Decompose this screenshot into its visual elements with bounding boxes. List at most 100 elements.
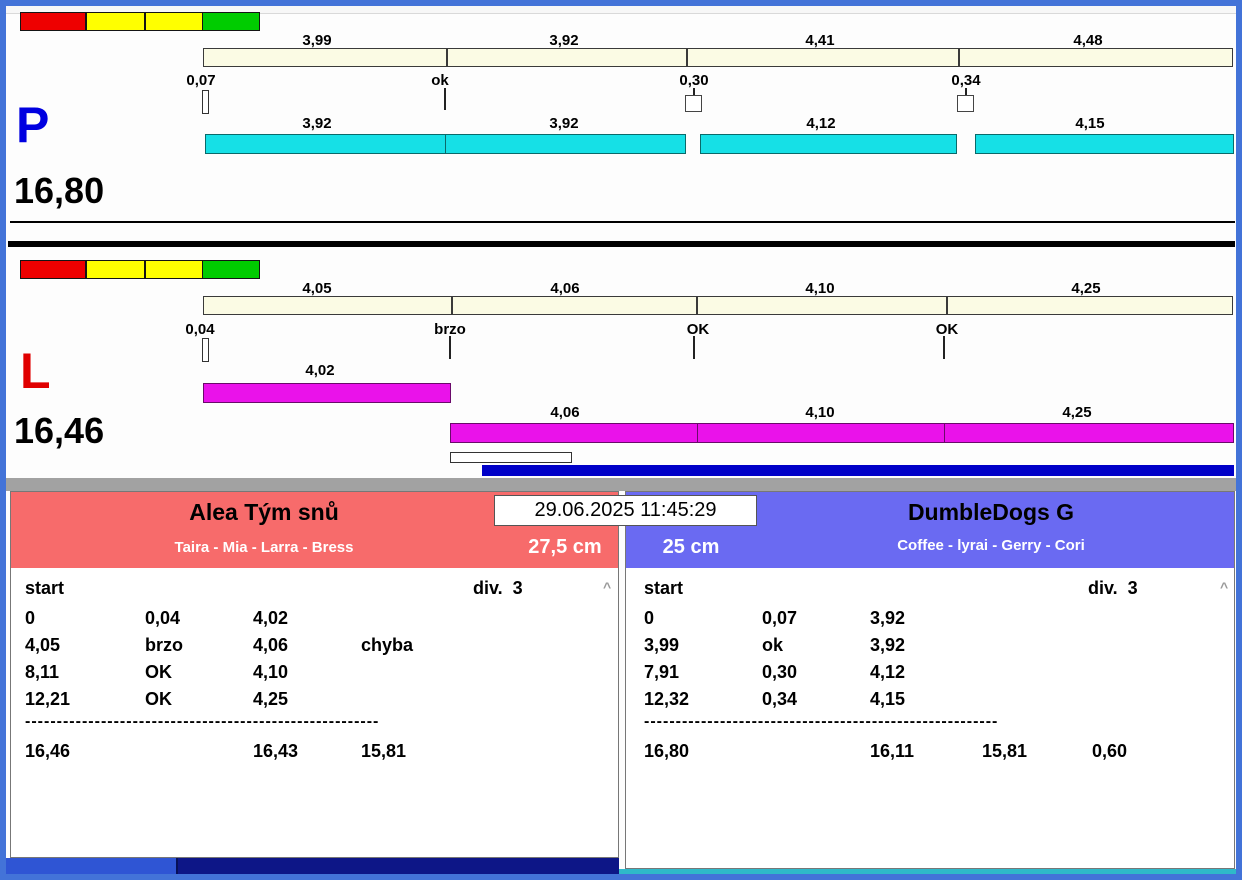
result-cell: 7,91 <box>644 663 679 683</box>
start-tick-marker <box>202 338 209 362</box>
light-yellow-1 <box>86 12 145 31</box>
l-mark-1: 0,04 <box>155 321 245 338</box>
progress-outline <box>450 452 572 463</box>
left-team-name: Alea Tým snů <box>11 499 517 526</box>
bar-divider <box>696 297 698 314</box>
light-green <box>202 12 260 31</box>
exchange-tick <box>444 88 446 110</box>
bar-divider <box>686 49 688 66</box>
p-top-split-1: 3,99 <box>272 32 362 49</box>
result-cell: 12,21 <box>25 690 70 710</box>
bar-divider <box>451 297 453 314</box>
l-top-split-2: 4,06 <box>520 280 610 297</box>
results-separator: ----------------------------------------… <box>644 713 1016 731</box>
l-mark-3: OK <box>653 321 743 338</box>
p-mark-4: 0,34 <box>921 72 1011 89</box>
p-run-bar-2 <box>445 134 686 154</box>
l-split-bar <box>203 296 1233 315</box>
right-team-members: Coffee - lyrai - Gerry - Cori <box>746 537 1235 554</box>
result-cell: 12,32 <box>644 690 689 710</box>
result-cell: 3,92 <box>870 609 905 629</box>
result-cell: 4,02 <box>253 609 288 629</box>
result-cell: 4,10 <box>253 663 288 683</box>
lane-l-letter: L <box>20 346 51 396</box>
exchange-tick <box>449 336 451 359</box>
left-division: div. 3 <box>473 579 523 599</box>
p-mark-1: 0,07 <box>156 72 246 89</box>
mark-checkbox[interactable] <box>685 95 702 112</box>
left-team-panel: Alea Tým snů Taira - Mia - Larra - Bress… <box>10 491 619 858</box>
l-run-bar-1 <box>203 383 451 403</box>
result-cell: OK <box>145 690 172 710</box>
light-green <box>202 260 260 279</box>
light-red <box>20 12 86 31</box>
light-yellow-2 <box>145 12 203 31</box>
result-cell-fault: chyba <box>361 636 413 656</box>
app-window: 3,99 3,92 4,41 4,48 0,07 ok 0,30 0,34 P … <box>0 0 1242 880</box>
result-cell: 3,99 <box>644 636 679 656</box>
result-cell: 0,30 <box>762 663 797 683</box>
lane-l-total: 16,46 <box>14 413 104 449</box>
light-yellow-1 <box>86 260 145 279</box>
result-cell: 3,92 <box>870 636 905 656</box>
result-cell: 4,06 <box>253 636 288 656</box>
taskbar-button[interactable] <box>6 858 178 874</box>
result-cell: 0,04 <box>145 609 180 629</box>
l-run-split-4: 4,25 <box>1032 404 1122 421</box>
right-team-name: DumbleDogs G <box>746 499 1235 526</box>
run-timestamp: 29.06.2025 11:45:29 <box>494 495 757 526</box>
p-run-split-3: 4,12 <box>776 115 866 132</box>
lane-p-letter: P <box>16 100 49 150</box>
p-run-split-4: 4,15 <box>1045 115 1135 132</box>
result-cell: 0,07 <box>762 609 797 629</box>
mark-checkbox[interactable] <box>957 95 974 112</box>
right-division: div. 3 <box>1088 579 1138 599</box>
lane-divider <box>8 241 1235 247</box>
result-cell: OK <box>145 663 172 683</box>
l-run-split-2: 4,06 <box>520 404 610 421</box>
result-cell: 4,15 <box>870 690 905 710</box>
desktop-background <box>619 869 1236 874</box>
result-cell: 0,34 <box>762 690 797 710</box>
l-run-split-0: 4,02 <box>275 362 365 379</box>
left-total-time: 16,46 <box>25 742 70 762</box>
right-diff-time: 0,60 <box>1092 742 1127 762</box>
l-top-split-1: 4,05 <box>272 280 362 297</box>
section-line <box>10 221 1235 223</box>
result-cell: 4,25 <box>253 690 288 710</box>
bar-divider <box>946 297 948 314</box>
result-cell: ok <box>762 636 783 656</box>
result-cell: 0 <box>644 609 654 629</box>
result-cell: 4,12 <box>870 663 905 683</box>
exchange-tick <box>965 88 967 95</box>
result-cell: 8,11 <box>25 663 59 683</box>
right-start-label: start <box>644 579 683 599</box>
p-run-split-2: 3,92 <box>519 115 609 132</box>
exchange-tick <box>943 336 945 359</box>
progress-bar <box>482 465 1234 476</box>
results-separator: ----------------------------------------… <box>25 713 397 731</box>
right-team-panel: DumbleDogs G Coffee - lyrai - Gerry - Co… <box>625 491 1235 869</box>
result-cell: 0 <box>25 609 35 629</box>
bar-divider <box>446 49 448 66</box>
result-cell: 4,05 <box>25 636 60 656</box>
left-team-members: Taira - Mia - Larra - Bress <box>11 539 517 556</box>
l-run-split-3: 4,10 <box>775 404 865 421</box>
scroll-up-icon[interactable]: ^ <box>603 580 611 594</box>
scroll-up-icon[interactable]: ^ <box>1220 580 1228 594</box>
p-mark-2: ok <box>395 72 485 89</box>
p-mark-3: 0,30 <box>649 72 739 89</box>
p-run-bar-3 <box>700 134 957 154</box>
left-sum-time: 16,43 <box>253 742 298 762</box>
result-cell: brzo <box>145 636 183 656</box>
right-sum-time: 16,11 <box>870 742 914 762</box>
l-mark-4: OK <box>902 321 992 338</box>
left-start-label: start <box>25 579 64 599</box>
p-top-split-3: 4,41 <box>775 32 865 49</box>
light-red <box>20 260 86 279</box>
l-top-split-4: 4,25 <box>1041 280 1131 297</box>
exchange-tick <box>693 88 695 95</box>
p-split-bar <box>203 48 1233 67</box>
p-run-bar-1 <box>205 134 446 154</box>
p-run-bar-4 <box>975 134 1234 154</box>
